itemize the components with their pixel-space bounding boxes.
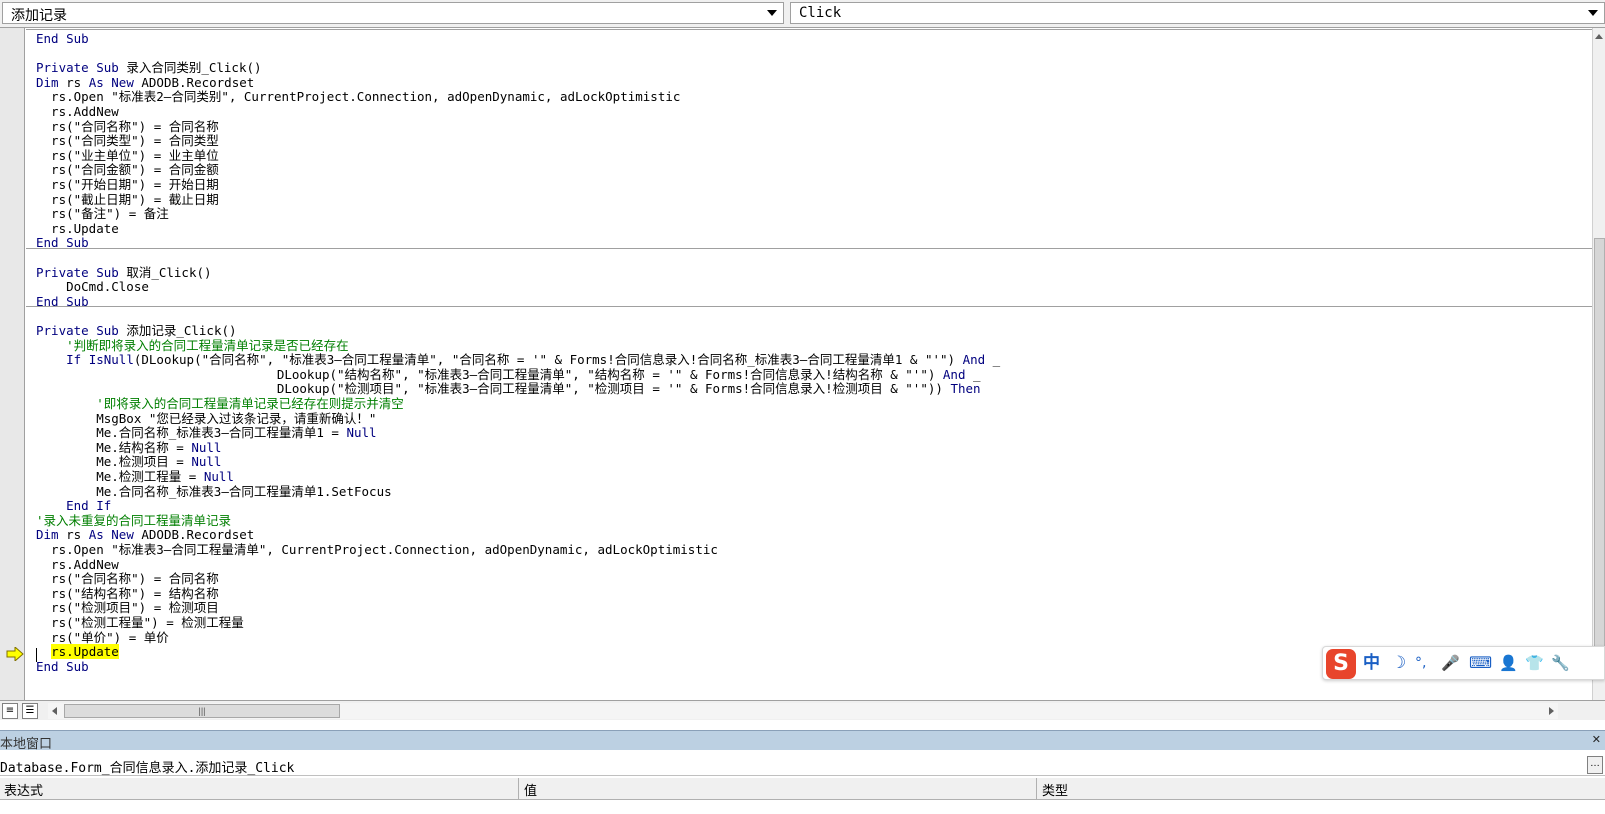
horizontal-scrollbar[interactable]: ||| (48, 703, 1558, 719)
code-line[interactable]: rs("业主单位") = 业主单位 (36, 148, 219, 163)
sogou-logo-icon[interactable]: S (1326, 649, 1356, 679)
scroll-left-icon[interactable] (52, 707, 57, 715)
code-line[interactable]: Dim rs As New ADODB.Recordset (36, 527, 254, 542)
code-line[interactable]: Private Sub 取消_Click() (36, 265, 212, 280)
code-line[interactable]: '即将录入的合同工程量清单记录已经存在则提示并清空 (36, 396, 404, 411)
code-line[interactable]: rs("合同类型") = 合同类型 (36, 133, 219, 148)
code-line[interactable]: rs("合同名称") = 合同名称 (36, 571, 219, 586)
chinese-mode-toggle[interactable]: 中 (1363, 652, 1380, 674)
code-line[interactable]: Me.检测工程量 = Null (36, 469, 234, 484)
code-line[interactable]: '判断即将录入的合同工程量清单记录是否已经存在 (36, 338, 349, 353)
code-line[interactable]: rs.AddNew (36, 557, 119, 572)
code-line[interactable]: Private Sub 录入合同类别_Click() (36, 60, 262, 75)
code-line[interactable]: Me.结构名称 = Null (36, 440, 221, 455)
vertical-scrollbar[interactable] (1592, 28, 1605, 718)
code-line[interactable]: Me.合同名称_标准表3—合同工程量清单1 = Null (36, 425, 376, 440)
scroll-up-icon[interactable] (1595, 34, 1603, 39)
code-line[interactable]: rs.Update (36, 644, 119, 660)
microphone-icon[interactable]: 🎤 (1441, 652, 1460, 674)
column-header-expression[interactable]: 表达式 (0, 780, 43, 800)
code-line[interactable]: DoCmd.Close (36, 279, 149, 294)
locals-context: Database.Form_合同信息录入.添加记录_Click … (0, 754, 1605, 776)
code-line[interactable]: rs("单价") = 单价 (36, 630, 169, 645)
code-line[interactable]: rs.Update (36, 221, 119, 236)
margin-indicator-bar[interactable] (0, 28, 25, 718)
procedure-combo[interactable]: Click (790, 2, 1605, 24)
procedure-toolbar: 添加记录 Click (0, 0, 1605, 28)
procedure-combo-value: Click (799, 5, 842, 21)
code-line[interactable]: DLookup("结构名称", "标准表3—合同工程量清单", "结构名称 = … (36, 367, 981, 382)
skin-shirt-icon[interactable]: 👕 (1525, 652, 1544, 674)
moon-icon[interactable]: ☽ (1391, 652, 1406, 674)
wrench-icon[interactable]: 🔧 (1551, 652, 1570, 674)
code-window-bottom-bar: ≡ ☰ ||| (0, 700, 1605, 720)
code-line[interactable]: End Sub (36, 31, 89, 46)
procedure-separator (26, 248, 1592, 249)
code-line[interactable]: End Sub (36, 235, 89, 250)
object-combo-value: 添加记录 (11, 8, 67, 24)
column-divider[interactable] (518, 778, 519, 800)
code-line[interactable]: End Sub (36, 659, 89, 674)
ime-toolbar[interactable]: S 中 ☽ °, 🎤 ⌨ 👤 👕 🔧 (1322, 646, 1605, 680)
code-line[interactable]: rs("截止日期") = 截止日期 (36, 192, 219, 207)
text-cursor (36, 648, 37, 662)
vertical-scroll-thumb[interactable] (1594, 238, 1605, 658)
locals-window-title: 本地窗口 (0, 737, 53, 752)
code-line[interactable]: rs("合同金额") = 合同金额 (36, 162, 219, 177)
procedure-separator (26, 29, 1592, 30)
scroll-right-icon[interactable] (1549, 707, 1554, 715)
punctuation-icon[interactable]: °, (1415, 652, 1426, 674)
code-line[interactable]: rs("合同名称") = 合同名称 (36, 119, 219, 134)
code-line[interactable]: End If (36, 498, 111, 513)
code-editor[interactable]: End Sub Private Sub 录入合同类别_Click() Dim rs … (26, 28, 1592, 718)
code-line[interactable]: rs("检测工程量") = 检测工程量 (36, 615, 244, 630)
procedure-separator (26, 306, 1592, 307)
code-line[interactable]: rs("备注") = 备注 (36, 206, 169, 221)
code-line[interactable]: MsgBox "您已经录入过该条记录，请重新确认！" (36, 411, 376, 426)
code-line[interactable]: rs.Open "标准表2—合同类别", CurrentProject.Conn… (36, 89, 680, 104)
chevron-down-icon[interactable] (1588, 10, 1598, 16)
code-line[interactable]: '录入未重复的合同工程量清单记录 (36, 513, 231, 528)
code-line[interactable]: If IsNull(DLookup("合同名称", "标准表3—合同工程量清单"… (36, 352, 1000, 367)
close-icon[interactable]: ✕ (1592, 733, 1601, 746)
code-line[interactable]: Dim rs As New ADODB.Recordset (36, 75, 254, 90)
code-line[interactable]: Me.合同名称_标准表3—合同工程量清单1.SetFocus (36, 484, 391, 499)
locals-context-text: Database.Form_合同信息录入.添加记录_Click (0, 761, 295, 776)
locals-list[interactable] (0, 800, 1605, 814)
column-divider[interactable] (1036, 778, 1037, 800)
code-line[interactable]: rs("检测项目") = 检测项目 (36, 600, 219, 615)
locals-window-titlebar: 本地窗口 ✕ (0, 730, 1605, 752)
code-line[interactable]: rs("开始日期") = 开始日期 (36, 177, 219, 192)
code-line[interactable]: rs.AddNew (36, 104, 119, 119)
user-icon[interactable]: 👤 (1499, 652, 1518, 674)
code-line[interactable]: Private Sub 添加记录_Click() (36, 323, 237, 338)
code-line[interactable]: rs("结构名称") = 结构名称 (36, 586, 219, 601)
code-line[interactable]: Me.检测项目 = Null (36, 454, 221, 469)
code-line[interactable]: rs.Open "标准表3—合同工程量清单", CurrentProject.C… (36, 542, 718, 557)
procedure-view-button[interactable]: ≡ (2, 703, 18, 719)
chevron-down-icon[interactable] (767, 10, 777, 16)
column-header-type[interactable]: 类型 (1038, 780, 1068, 800)
call-stack-button[interactable]: … (1587, 756, 1603, 774)
column-header-value[interactable]: 值 (520, 780, 537, 800)
horizontal-scroll-thumb[interactable]: ||| (64, 704, 340, 718)
code-line[interactable]: End Sub (36, 294, 89, 309)
keyboard-icon[interactable]: ⌨ (1469, 652, 1492, 674)
code-line[interactable]: DLookup("检测项目", "标准表3—合同工程量清单", "检测项目 = … (36, 381, 981, 396)
full-module-view-button[interactable]: ☰ (22, 703, 38, 719)
execution-point-arrow-icon (6, 647, 24, 661)
locals-column-header: 表达式 值 类型 (0, 778, 1605, 800)
object-combo[interactable]: 添加记录 (2, 2, 784, 24)
